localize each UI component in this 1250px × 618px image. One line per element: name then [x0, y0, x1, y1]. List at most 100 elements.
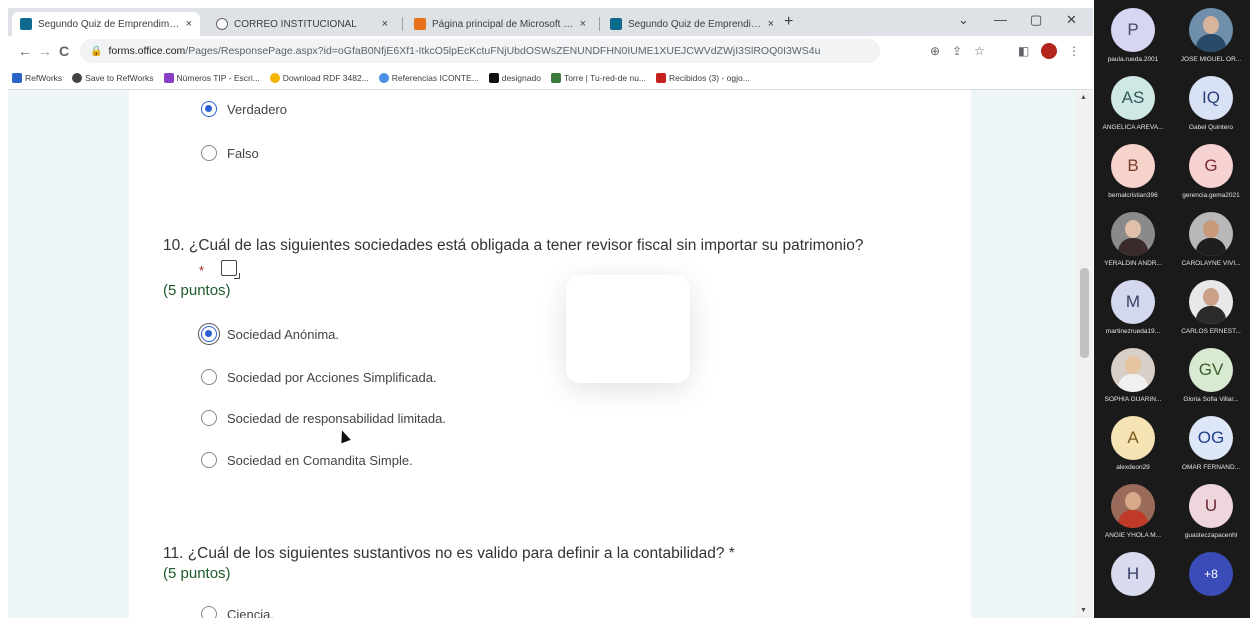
radio-button[interactable] [201, 101, 217, 117]
tab-search-dropdown-icon[interactable]: ⌄ [958, 12, 969, 28]
participant-name: JOSE MIGUEL OR... [1180, 56, 1242, 63]
photo-body [1118, 510, 1148, 528]
browser-menu-icon[interactable]: ⋮ [1068, 44, 1080, 58]
tab-microsoft-office[interactable]: Página principal de Microsoft Of × [406, 12, 594, 36]
radio-button[interactable] [201, 452, 217, 468]
participant-photo [1189, 280, 1233, 324]
bookmark-referencias[interactable]: Referencias ICONTE... [378, 72, 479, 83]
option-comandita-simple[interactable]: Sociedad en Comandita Simple. [201, 452, 413, 468]
participant-tile[interactable]: CARLOS ERNEST... [1172, 272, 1250, 348]
bookmark-torre[interactable]: Torre | Tu-red-de nu... [550, 72, 646, 83]
minimize-button[interactable]: — [994, 12, 1007, 27]
participant-name: YERALDIN ANDR... [1104, 260, 1162, 267]
participant-avatar: P [1111, 8, 1155, 52]
option-ciencia[interactable]: Ciencia. [201, 606, 274, 618]
option-sociedad-anonima[interactable]: Sociedad Anónima. [201, 326, 339, 342]
profile-avatar[interactable] [1041, 43, 1057, 59]
option-ltda[interactable]: Sociedad de responsabilidad limitada. [201, 410, 446, 426]
zoom-icon[interactable]: ⊕ [930, 44, 940, 58]
bookmark-save-refworks[interactable]: Save to RefWorks [72, 72, 154, 83]
radio-button[interactable] [201, 606, 217, 618]
share-icon[interactable]: ⇪ [952, 44, 962, 58]
bookmark-label: Download RDF 3482... [282, 72, 369, 83]
bookmark-label: Números TIP - Escri... [176, 72, 260, 83]
participant-tile[interactable]: CAROLAYNE VIVI... [1172, 204, 1250, 280]
participant-tile[interactable]: Uguasteczapacenhl [1172, 476, 1250, 552]
side-panel-icon[interactable]: ◧ [1018, 44, 1029, 58]
forms-favicon-icon [610, 18, 622, 30]
option-falso[interactable]: Falso [201, 145, 259, 161]
bookmark-label: RefWorks [25, 72, 63, 83]
option-verdadero[interactable]: Verdadero [201, 101, 287, 117]
radio-button[interactable] [201, 326, 217, 342]
participant-tile[interactable]: +8 [1172, 544, 1250, 618]
tab-title: CORREO INSTITUCIONAL [234, 18, 357, 30]
photo-head [1203, 16, 1219, 34]
photo-body [1118, 238, 1148, 256]
tab-close-icon[interactable]: × [768, 18, 774, 30]
bookmark-icon [72, 72, 83, 83]
new-tab-button[interactable]: + [784, 13, 793, 31]
bookmark-star-icon[interactable]: ☆ [974, 44, 985, 58]
participant-tile[interactable]: H [1094, 544, 1172, 618]
option-label: Verdadero [227, 101, 287, 117]
participant-name: CAROLAYNE VIVI... [1181, 260, 1241, 267]
bookmark-refworks[interactable]: RefWorks [12, 72, 63, 83]
participant-tile[interactable]: ANGIE YHOLA M... [1094, 476, 1172, 552]
bookmarks-bar: RefWorks Save to RefWorks Números TIP - … [8, 66, 1093, 90]
scroll-thumb[interactable] [1080, 268, 1089, 358]
participant-tile[interactable]: AS ANGELICA AREVA... [1094, 68, 1172, 144]
bookmark-download-rdf[interactable]: Download RDF 3482... [269, 72, 369, 83]
radio-button[interactable] [201, 145, 217, 161]
browser-toolbar: ← → C 🔒 forms.office.com/Pages/ResponseP… [8, 36, 1093, 66]
bookmark-icon [269, 72, 280, 83]
participant-tile[interactable]: GV Gloria Sofia Villar... [1172, 340, 1250, 416]
option-label: Sociedad de responsabilidad limitada. [227, 410, 446, 426]
scroll-down-arrow-icon[interactable]: ▼ [1080, 607, 1087, 614]
lock-icon[interactable]: 🔒 [90, 46, 102, 57]
tab-close-icon[interactable]: × [382, 18, 388, 30]
participant-tile[interactable]: JOSE MIGUEL OR... [1172, 0, 1250, 76]
bookmark-recibidos[interactable]: Recibidos (3) - ogjo... [656, 72, 750, 83]
radio-button[interactable] [201, 369, 217, 385]
participant-tile[interactable]: IQ Gabel Quintero [1172, 68, 1250, 144]
tab-close-icon[interactable]: × [580, 18, 586, 30]
participant-name: bernalcristian396 [1108, 192, 1158, 199]
participant-photo [1189, 8, 1233, 52]
address-bar[interactable]: 🔒 forms.office.com/Pages/ResponsePage.as… [80, 39, 880, 63]
tab-close-icon[interactable]: × [186, 18, 192, 30]
scroll-up-arrow-icon[interactable]: ▲ [1080, 94, 1087, 101]
reload-button[interactable]: C [59, 43, 69, 59]
participant-avatar: H [1111, 552, 1155, 596]
participant-tile[interactable]: Ppaula.rueda.2001 [1094, 0, 1172, 76]
forms-favicon-icon [20, 18, 32, 30]
participant-tile[interactable]: OG OMAR FERNAND... [1172, 408, 1250, 484]
immersive-reader-icon[interactable] [221, 260, 240, 279]
tab-correo[interactable]: CORREO INSTITUCIONAL × [208, 12, 396, 36]
participant-name: martinezrueda19... [1105, 328, 1161, 335]
participant-avatar: M [1111, 280, 1155, 324]
participant-tile[interactable]: Bbernalcristian396 [1094, 136, 1172, 212]
forward-button[interactable]: → [38, 43, 52, 59]
participant-avatar: +8 [1189, 552, 1233, 596]
tab-quiz-active[interactable]: Segundo Quiz de Emprendimien × [12, 12, 200, 36]
option-sas[interactable]: Sociedad por Acciones Simplificada. [201, 369, 437, 385]
radio-button[interactable] [201, 410, 217, 426]
close-window-button[interactable]: ✕ [1066, 12, 1077, 28]
participant-tile[interactable]: SOPHIA GUARIN... [1094, 340, 1172, 416]
back-button[interactable]: ← [18, 43, 32, 59]
restore-button[interactable]: ▢ [1030, 12, 1042, 28]
participant-avatar: GV [1189, 348, 1233, 392]
bookmark-designado[interactable]: designado [488, 72, 541, 83]
participant-name: CARLOS ERNEST... [1181, 328, 1241, 335]
page-scrollbar[interactable]: ▲ ▼ [1076, 90, 1093, 618]
participant-name: Gabel Quintero [1188, 124, 1234, 131]
participant-tile[interactable]: Aalexdeon29 [1094, 408, 1172, 484]
form-card: Verdadero Falso 10. ¿Cuál de las siguien… [129, 90, 971, 618]
bookmark-numeros-tip[interactable]: Números TIP - Escri... [163, 72, 260, 83]
participant-tile[interactable]: Mmartinezrueda19... [1094, 272, 1172, 348]
mouse-cursor-icon [337, 428, 351, 444]
participant-tile[interactable]: Ggerencia.gema2021 [1172, 136, 1250, 212]
tab-quiz-2[interactable]: Segundo Quiz de Emprendimien × [602, 12, 782, 36]
participant-tile[interactable]: YERALDIN ANDR... [1094, 204, 1172, 280]
